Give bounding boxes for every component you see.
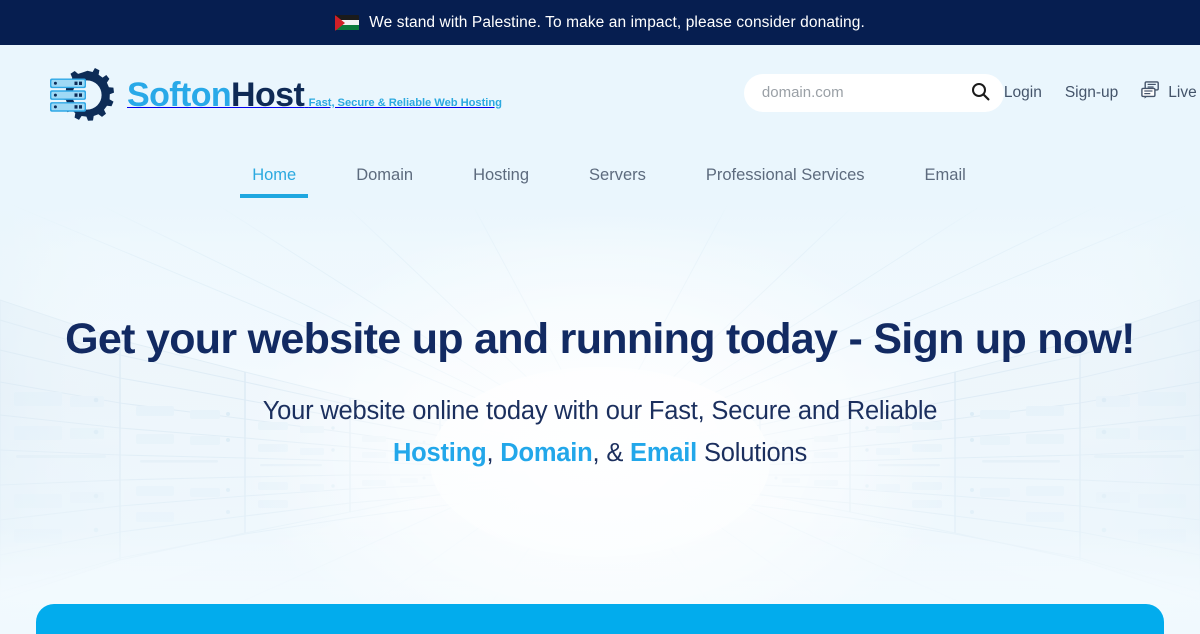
- gear-server-logo-icon: [46, 66, 118, 124]
- hero-highlight-domain: Domain: [500, 438, 593, 467]
- logo-name-part2: Host: [231, 75, 305, 114]
- page-root: We stand with Palestine. To make an impa…: [0, 0, 1200, 634]
- login-link[interactable]: Login: [1004, 84, 1042, 102]
- site-header: SoftonHost Fast, Secure & Reliable Web H…: [0, 45, 1200, 200]
- search-icon: [971, 82, 990, 104]
- logo-name-part1: Softon: [127, 75, 232, 114]
- bottom-cyan-panel: [36, 604, 1164, 634]
- nav-item-servers[interactable]: Servers: [559, 166, 676, 199]
- hero-title: Get your website up and running today - …: [65, 315, 1135, 363]
- nav-item-domain[interactable]: Domain: [326, 166, 443, 199]
- hero-section: Get your website up and running today - …: [0, 200, 1200, 634]
- server-bars: [50, 78, 86, 112]
- search-button[interactable]: [966, 78, 996, 108]
- domain-search: [743, 73, 1004, 112]
- live-chat-label: Live Chat: [1168, 83, 1200, 101]
- solidarity-banner: We stand with Palestine. To make an impa…: [0, 0, 1200, 45]
- nav-item-email[interactable]: Email: [895, 166, 996, 199]
- hero-sep-1: ,: [486, 438, 501, 467]
- nav-item-home[interactable]: Home: [222, 166, 326, 199]
- nav-item-hosting[interactable]: Hosting: [443, 166, 559, 199]
- chat-bubbles-icon: [1141, 81, 1161, 104]
- palestine-flag-icon: [335, 14, 360, 31]
- logo-tagline: Fast, Secure & Reliable Web Hosting: [308, 96, 502, 109]
- nav-item-professional-services[interactable]: Professional Services: [676, 166, 895, 199]
- site-logo[interactable]: SoftonHost Fast, Secure & Reliable Web H…: [46, 66, 502, 124]
- logo-wordmark: SoftonHost Fast, Secure & Reliable Web H…: [127, 78, 502, 112]
- search-input[interactable]: [743, 73, 1004, 112]
- hero-subtitle: Your website online today with our Fast,…: [0, 391, 1200, 474]
- live-chat-link[interactable]: Live Chat: [1141, 81, 1200, 104]
- hero-highlight-hosting: Hosting: [392, 438, 487, 467]
- account-links: Login Sign-up Live C: [1004, 81, 1200, 104]
- hero-content: Get your website up and running today - …: [0, 200, 1200, 474]
- logo-title: SoftonHost: [127, 75, 305, 114]
- banner-text: We stand with Palestine. To make an impa…: [369, 13, 865, 31]
- header-top-row: SoftonHost Fast, Secure & Reliable Web H…: [0, 45, 1200, 140]
- main-nav: Home Domain Hosting Servers Professional…: [0, 140, 1200, 198]
- signup-link[interactable]: Sign-up: [1065, 84, 1118, 102]
- hero-subtitle-line1: Your website online today with our Fast,…: [262, 397, 938, 426]
- hero-subtitle-tail: Solutions: [697, 438, 808, 467]
- hero-sep-2: , &: [592, 438, 631, 467]
- hero-highlight-email: Email: [630, 438, 698, 467]
